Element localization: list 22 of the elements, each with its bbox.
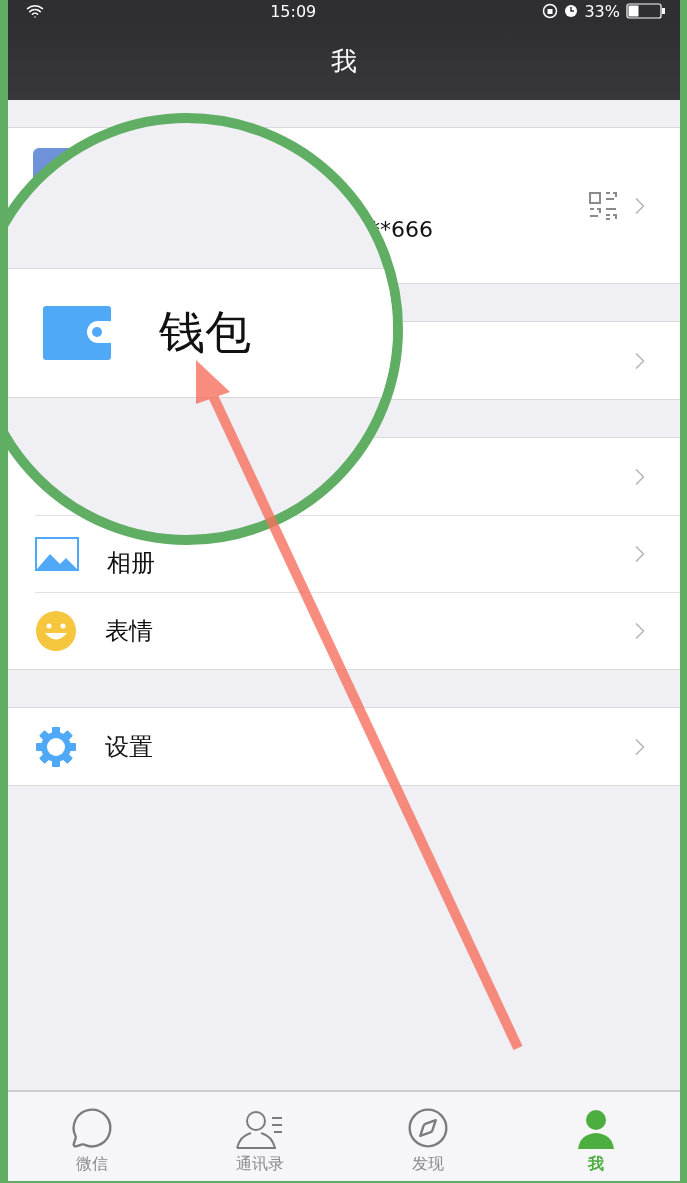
tab[interactable]: 发现 xyxy=(344,1092,512,1181)
wifi-icon xyxy=(26,2,44,20)
menu-label[interactable]: 表情 xyxy=(105,614,153,647)
menu-label[interactable]: 设置 xyxy=(105,730,153,763)
smiley-icon xyxy=(35,609,77,652)
tab[interactable]: 微信 xyxy=(8,1092,176,1181)
settings-icon xyxy=(35,725,77,768)
chat-icon xyxy=(70,1106,114,1150)
wallet-icon xyxy=(43,306,111,360)
battery-icon xyxy=(626,3,666,19)
tab[interactable]: 我 xyxy=(512,1092,680,1181)
photo-icon xyxy=(35,536,79,571)
wallet-label: 钱包 xyxy=(159,304,251,361)
alarm-icon xyxy=(564,4,579,18)
qr-code-icon xyxy=(588,190,618,221)
page-title: 我 xyxy=(331,44,357,78)
tab[interactable]: 通讯录 xyxy=(176,1092,344,1181)
clock-time: 15:09 xyxy=(270,1,317,21)
compass-icon xyxy=(406,1106,450,1150)
battery-percent: 33% xyxy=(584,1,620,21)
rotation-lock-icon xyxy=(542,3,559,19)
menu-label[interactable]: 相册 xyxy=(107,546,155,579)
